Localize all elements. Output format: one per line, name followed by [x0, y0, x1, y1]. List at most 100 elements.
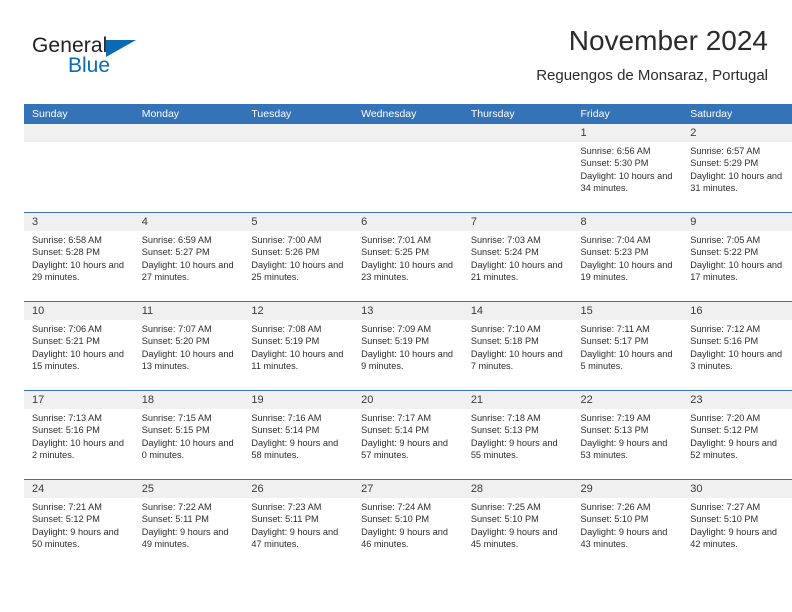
weekday-header-friday: Friday — [580, 108, 610, 120]
daylight-text: Daylight: 10 hours and 31 minutes. — [690, 170, 783, 194]
day-sun-info: Sunrise: 6:59 AM Sunset: 5:27 PM Daylight:… — [134, 231, 244, 284]
day-number: 21 — [462, 391, 573, 409]
day-number: 8 — [572, 213, 683, 231]
daylight-text: Daylight: 9 hours and 55 minutes. — [470, 437, 558, 461]
calendar-day-cell[interactable]: 2 Sunrise: 6:57 AM Sunset: 5:29 PM Daylight… — [682, 124, 792, 212]
sunrise-text: Sunrise: 7:17 AM — [361, 413, 432, 423]
weekday-header-sunday: Sunday — [32, 108, 68, 120]
day-sun-info: Sunrise: 7:04 AM Sunset: 5:23 PM Daylight:… — [573, 231, 683, 284]
day-number: 18 — [133, 391, 244, 409]
day-number: 9 — [682, 213, 792, 231]
sunrise-text: Sunrise: 7:03 AM — [470, 235, 541, 245]
day-sun-info: Sunrise: 7:10 AM Sunset: 5:18 PM Daylight:… — [463, 320, 573, 373]
calendar-page: General Blue November 2024 Reguengos de … — [0, 0, 792, 612]
sunrise-text: Sunrise: 7:01 AM — [361, 235, 432, 245]
calendar-day-cell[interactable]: 15 Sunrise: 7:11 AM Sunset: 5:17 PM Dayligh… — [572, 302, 683, 390]
day-sun-info: Sunrise: 7:03 AM Sunset: 5:24 PM Daylight:… — [463, 231, 573, 284]
daylight-text: Daylight: 10 hours and 5 minutes. — [580, 348, 673, 372]
sunset-text: Sunset: 5:17 PM — [580, 336, 649, 347]
daylight-text: Daylight: 10 hours and 7 minutes. — [470, 348, 563, 372]
calendar-day-cell[interactable]: 5 Sunrise: 7:00 AM Sunset: 5:26 PM Daylight… — [243, 213, 354, 301]
calendar-day-cell[interactable]: 30 Sunrise: 7:27 AM Sunset: 5:10 PM Dayligh… — [682, 480, 792, 569]
daylight-text: Daylight: 9 hours and 46 minutes. — [361, 526, 448, 550]
day-number: 17 — [24, 391, 134, 409]
day-sun-info: Sunrise: 7:16 AM Sunset: 5:14 PM Daylight:… — [243, 409, 353, 462]
general-blue-logo[interactable]: General Blue — [32, 34, 162, 84]
sunset-text: Sunset: 5:30 PM — [580, 158, 649, 169]
calendar-day-cell[interactable]: 7 Sunrise: 7:03 AM Sunset: 5:24 PM Daylight… — [462, 213, 573, 301]
day-sun-info: Sunrise: 6:56 AM Sunset: 5:30 PM Daylight:… — [573, 142, 683, 195]
calendar-day-cell[interactable]: 26 Sunrise: 7:23 AM Sunset: 5:11 PM Dayligh… — [243, 480, 354, 569]
day-number: 30 — [682, 480, 792, 498]
calendar-day-cell[interactable]: 1 Sunrise: 6:56 AM Sunset: 5:30 PM Daylight… — [572, 124, 683, 212]
calendar-day-cell[interactable]: 19 Sunrise: 7:16 AM Sunset: 5:14 PM Dayligh… — [243, 391, 354, 479]
calendar-day-cell[interactable]: 13 Sunrise: 7:09 AM Sunset: 5:19 PM Dayligh… — [353, 302, 463, 390]
calendar-day-cell[interactable]: 6 Sunrise: 7:01 AM Sunset: 5:25 PM Daylight… — [353, 213, 463, 301]
daylight-text: Daylight: 10 hours and 21 minutes. — [470, 259, 563, 283]
logo-text-blue: Blue — [68, 54, 111, 77]
sunrise-text: Sunrise: 7:15 AM — [141, 413, 212, 423]
sunrise-text: Sunrise: 7:06 AM — [32, 324, 102, 334]
calendar-day-cell[interactable]: 17 Sunrise: 7:13 AM Sunset: 5:16 PM Dayligh… — [24, 391, 134, 479]
calendar-day-cell[interactable]: 24 Sunrise: 7:21 AM Sunset: 5:12 PM Dayligh… — [24, 480, 134, 569]
day-sun-info: Sunrise: 7:27 AM Sunset: 5:10 PM Daylight:… — [682, 498, 792, 551]
calendar-day-cell[interactable]: 16 Sunrise: 7:12 AM Sunset: 5:16 PM Dayligh… — [682, 302, 792, 390]
calendar-day-cell[interactable]: 4 Sunrise: 6:59 AM Sunset: 5:27 PM Daylight… — [133, 213, 244, 301]
calendar-day-cell[interactable]: 21 Sunrise: 7:18 AM Sunset: 5:13 PM Dayligh… — [462, 391, 573, 479]
day-number: 22 — [572, 391, 683, 409]
sunrise-text: Sunrise: 7:18 AM — [470, 413, 541, 423]
calendar-day-cell[interactable]: 3 Sunrise: 6:58 AM Sunset: 5:28 PM Daylight… — [24, 213, 134, 301]
sunrise-text: Sunrise: 7:20 AM — [690, 413, 761, 423]
sunrise-text: Sunrise: 7:12 AM — [690, 324, 761, 334]
sunrise-text: Sunrise: 7:16 AM — [251, 413, 322, 423]
day-sun-info: Sunrise: 7:26 AM Sunset: 5:10 PM Daylight:… — [573, 498, 683, 551]
daylight-text: Daylight: 9 hours and 53 minutes. — [580, 437, 668, 461]
daylight-text: Daylight: 10 hours and 27 minutes. — [141, 259, 234, 283]
calendar-day-cell[interactable]: 8 Sunrise: 7:04 AM Sunset: 5:23 PM Daylight… — [572, 213, 683, 301]
sunset-text: Sunset: 5:10 PM — [470, 514, 539, 525]
calendar-day-cell[interactable]: 27 Sunrise: 7:24 AM Sunset: 5:10 PM Dayligh… — [353, 480, 463, 569]
calendar-day-cell-empty — [24, 124, 134, 212]
calendar-day-cell[interactable]: 12 Sunrise: 7:08 AM Sunset: 5:19 PM Dayligh… — [243, 302, 354, 390]
sunset-text: Sunset: 5:10 PM — [690, 514, 759, 525]
calendar-day-cell[interactable]: 14 Sunrise: 7:10 AM Sunset: 5:18 PM Dayligh… — [462, 302, 573, 390]
weekday-header-row: Sunday Monday Tuesday Wednesday Thursday Frid… — [24, 104, 792, 124]
sunset-text: Sunset: 5:10 PM — [361, 514, 430, 525]
calendar-day-cell[interactable]: 10 Sunrise: 7:06 AM Sunset: 5:21 PM Dayligh… — [24, 302, 134, 390]
sunrise-text: Sunrise: 7:11 AM — [580, 324, 650, 334]
day-sun-info: Sunrise: 7:11 AM Sunset: 5:17 PM Daylight:… — [573, 320, 683, 373]
calendar-day-cell[interactable]: 18 Sunrise: 7:15 AM Sunset: 5:15 PM Dayligh… — [133, 391, 244, 479]
weekday-header-wednesday: Wednesday — [361, 108, 417, 120]
calendar-day-cell[interactable]: 22 Sunrise: 7:19 AM Sunset: 5:13 PM Dayligh… — [572, 391, 683, 479]
sunrise-text: Sunrise: 7:13 AM — [32, 413, 102, 423]
daylight-text: Daylight: 10 hours and 13 minutes. — [141, 348, 234, 372]
day-number: 16 — [682, 302, 792, 320]
day-sun-info: Sunrise: 7:23 AM Sunset: 5:11 PM Daylight:… — [243, 498, 353, 551]
sunset-text: Sunset: 5:16 PM — [32, 425, 100, 436]
sunrise-text: Sunrise: 7:27 AM — [690, 502, 761, 512]
daylight-text: Daylight: 10 hours and 3 minutes. — [690, 348, 783, 372]
day-sun-info: Sunrise: 7:18 AM Sunset: 5:13 PM Daylight:… — [463, 409, 573, 462]
calendar-day-cell[interactable]: 11 Sunrise: 7:07 AM Sunset: 5:20 PM Dayligh… — [133, 302, 244, 390]
daylight-text: Daylight: 10 hours and 15 minutes. — [32, 348, 124, 372]
daylight-text: Daylight: 9 hours and 49 minutes. — [141, 526, 229, 550]
calendar-day-cell[interactable]: 23 Sunrise: 7:20 AM Sunset: 5:12 PM Dayligh… — [682, 391, 792, 479]
day-number: 10 — [24, 302, 134, 320]
sunset-text: Sunset: 5:16 PM — [690, 336, 759, 347]
weekday-header-tuesday: Tuesday — [251, 108, 292, 120]
sunset-text: Sunset: 5:15 PM — [141, 425, 210, 436]
calendar-day-cell[interactable]: 9 Sunrise: 7:05 AM Sunset: 5:22 PM Daylight… — [682, 213, 792, 301]
day-sun-info: Sunrise: 7:12 AM Sunset: 5:16 PM Daylight:… — [682, 320, 792, 373]
day-sun-info: Sunrise: 7:22 AM Sunset: 5:11 PM Daylight:… — [134, 498, 244, 551]
calendar-day-cell[interactable]: 20 Sunrise: 7:17 AM Sunset: 5:14 PM Dayligh… — [353, 391, 463, 479]
calendar-day-cell[interactable]: 29 Sunrise: 7:26 AM Sunset: 5:10 PM Dayligh… — [572, 480, 683, 569]
daylight-text: Daylight: 10 hours and 2 minutes. — [32, 437, 124, 461]
sunrise-text: Sunrise: 7:07 AM — [141, 324, 212, 334]
daylight-text: Daylight: 10 hours and 17 minutes. — [690, 259, 783, 283]
calendar-week-row: 10 Sunrise: 7:06 AM Sunset: 5:21 PM Dayligh… — [24, 302, 792, 391]
page-title: November 2024 — [568, 25, 768, 56]
day-sun-info: Sunrise: 7:05 AM Sunset: 5:22 PM Daylight:… — [682, 231, 792, 284]
calendar-day-cell[interactable]: 28 Sunrise: 7:25 AM Sunset: 5:10 PM Dayligh… — [462, 480, 573, 569]
calendar-day-cell[interactable]: 25 Sunrise: 7:22 AM Sunset: 5:11 PM Dayligh… — [133, 480, 244, 569]
day-sun-info: Sunrise: 7:19 AM Sunset: 5:13 PM Daylight:… — [573, 409, 683, 462]
